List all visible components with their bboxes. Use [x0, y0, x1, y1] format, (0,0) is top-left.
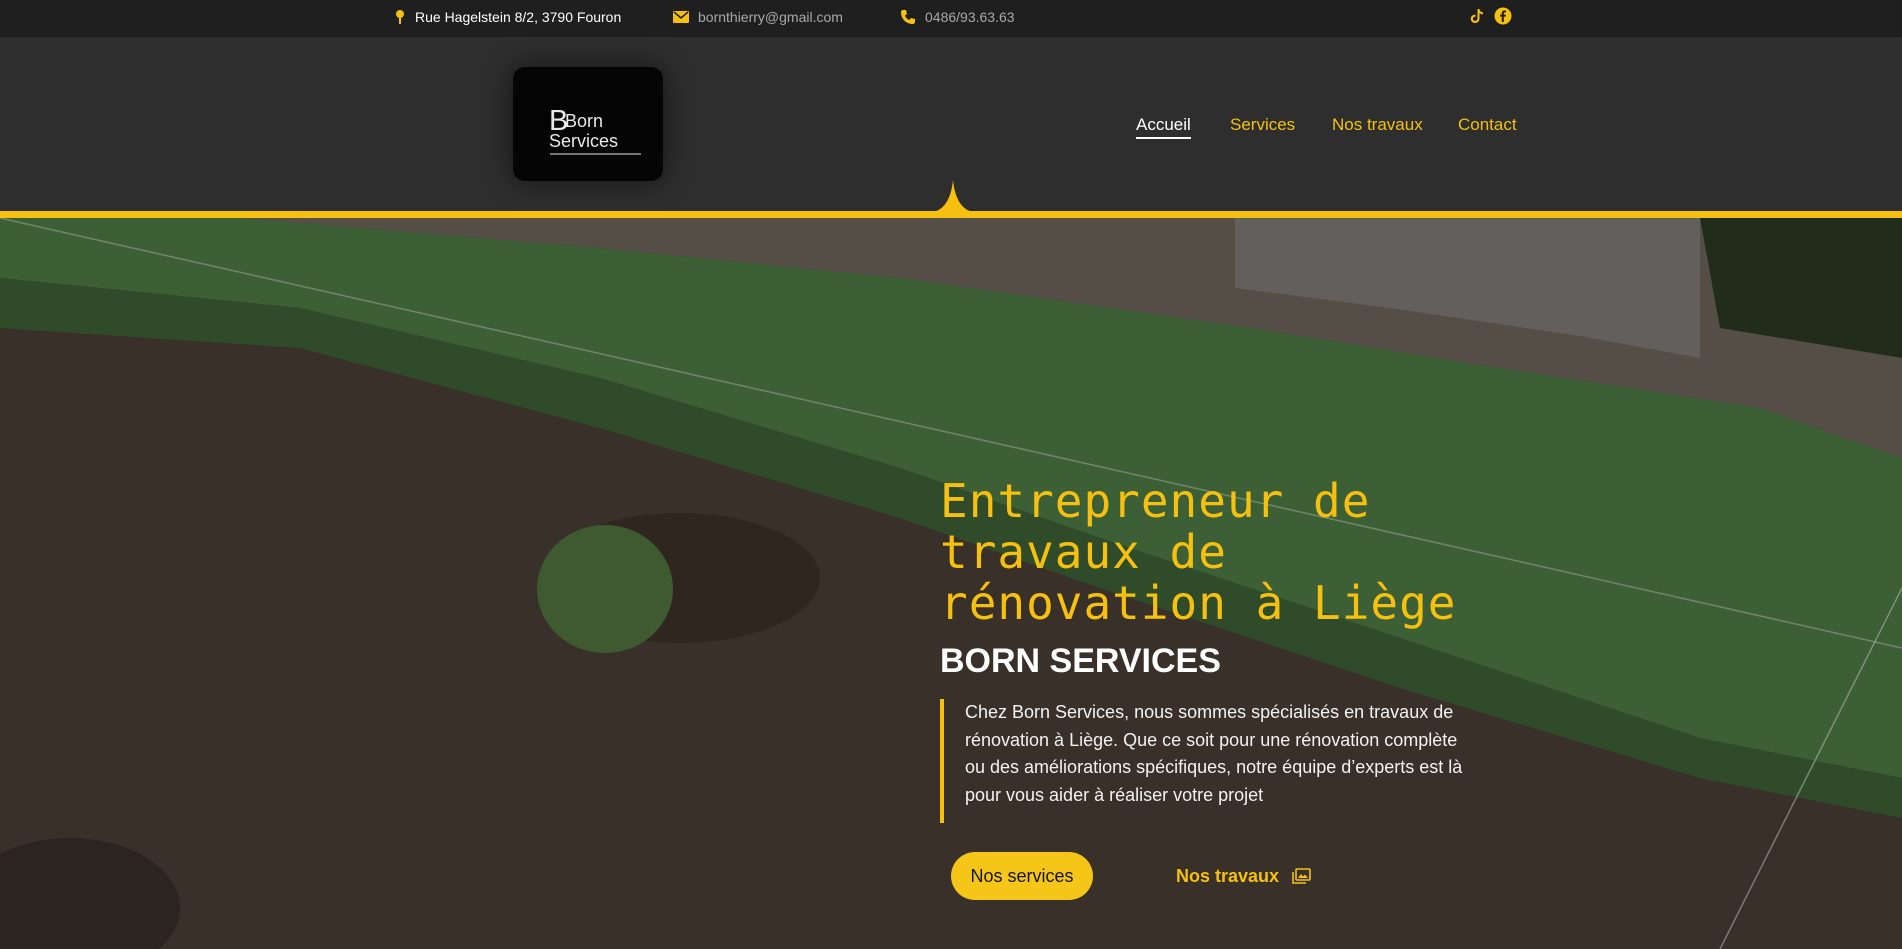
logo-word-services: Services — [549, 131, 618, 151]
nav-services[interactable]: Services — [1230, 115, 1295, 135]
site-logo[interactable]: B Born Services — [513, 67, 663, 181]
facebook-link[interactable] — [1494, 7, 1512, 25]
nos-travaux-label: Nos travaux — [1176, 865, 1280, 886]
logo-mark: B Born Services — [549, 105, 641, 155]
nav-nos-travaux[interactable]: Nos travaux — [1332, 115, 1423, 135]
phone-link[interactable]: 0486/93.63.63 — [900, 0, 1015, 33]
nos-services-label: Nos services — [970, 865, 1074, 886]
envelope-icon — [673, 10, 689, 23]
nav-contact[interactable]: Contact — [1458, 115, 1517, 135]
hero-description: Chez Born Services, nous sommes spéciali… — [940, 699, 1480, 823]
facebook-icon — [1494, 7, 1512, 25]
email-text: bornthierry@gmail.com — [698, 8, 843, 25]
nos-services-button[interactable]: Nos services — [951, 852, 1093, 900]
header-notch-accent — [930, 180, 976, 214]
phone-icon — [901, 9, 915, 24]
nos-travaux-button[interactable]: Nos travaux — [1176, 852, 1311, 900]
tiktok-icon — [1470, 9, 1483, 23]
email-link[interactable]: bornthierry@gmail.com — [673, 0, 843, 33]
phone-text: 0486/93.63.63 — [925, 8, 1015, 25]
logo-word-born: Born — [565, 111, 603, 131]
hero-subtitle: BORN SERVICES — [940, 642, 1221, 680]
map-pin-icon — [396, 9, 404, 24]
tiktok-link[interactable] — [1468, 7, 1486, 25]
top-info-bar: Rue Hagelstein 8/2, 3790 Fouron bornthie… — [0, 0, 1902, 37]
gallery-icon — [1292, 868, 1311, 884]
hero-title: Entrepreneur de travaux de rénovation à … — [940, 474, 1457, 630]
nav-accueil[interactable]: Accueil — [1136, 115, 1191, 139]
address-info: Rue Hagelstein 8/2, 3790 Fouron — [394, 0, 621, 33]
address-text: Rue Hagelstein 8/2, 3790 Fouron — [415, 8, 622, 25]
